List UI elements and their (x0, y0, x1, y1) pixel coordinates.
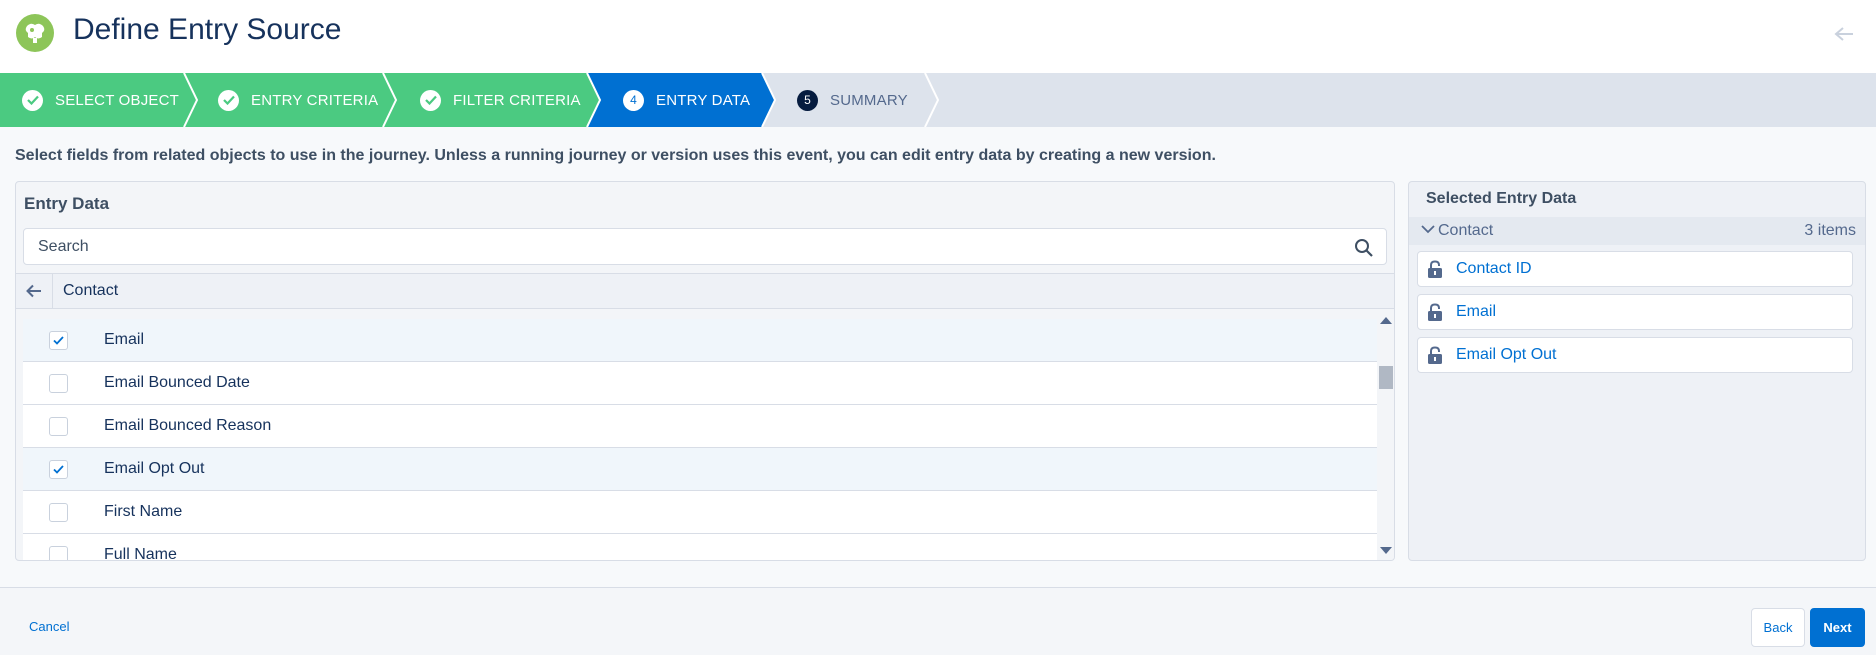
field-label: Email Bounced Reason (104, 417, 272, 434)
check-icon (420, 89, 441, 111)
checkbox[interactable] (49, 330, 68, 350)
field-label: Email Opt Out (104, 460, 205, 477)
selected-item: Email Opt Out (1417, 337, 1853, 373)
footer: Cancel Back Next (0, 587, 1876, 655)
list-item[interactable]: Email (23, 319, 1379, 362)
checkbox[interactable] (49, 373, 68, 393)
path-step-label: SELECT OBJECT (55, 91, 180, 109)
path-step-filter-criteria[interactable]: FILTER CRITERIA (420, 73, 581, 127)
field-label: Email Bounced Date (104, 374, 250, 391)
list-item[interactable]: First Name (23, 491, 1379, 534)
list-item[interactable]: Full Name (23, 534, 1379, 561)
arrow-left-icon[interactable] (16, 273, 53, 309)
back-button[interactable]: Back (1751, 608, 1805, 647)
step-number-badge: 5 (797, 89, 818, 111)
field-label: Full Name (104, 546, 177, 561)
path-step-label: ENTRY DATA (656, 91, 751, 109)
arrow-left-icon[interactable] (1834, 18, 1854, 49)
group-label: Contact (1438, 222, 1494, 239)
group-header[interactable]: Contact 3 items (1409, 217, 1865, 245)
checkbox[interactable] (49, 502, 68, 522)
scroll-down-icon[interactable] (1380, 547, 1392, 554)
checkbox[interactable] (49, 416, 68, 436)
content-area: Select fields from related objects to us… (0, 127, 1876, 587)
journey-icon (16, 14, 54, 52)
instruction-text: Select fields from related objects to us… (15, 147, 1216, 164)
check-icon (53, 464, 64, 474)
next-button[interactable]: Next (1810, 608, 1865, 647)
breadcrumb-label: Contact (63, 282, 119, 299)
scroll-up-icon[interactable] (1380, 317, 1392, 324)
step-number-badge: 4 (623, 89, 644, 111)
lock-icon (1428, 303, 1442, 321)
field-label: Email (104, 331, 145, 348)
check-icon (218, 89, 239, 111)
check-icon (22, 89, 43, 111)
breadcrumb: Contact (16, 273, 1394, 309)
search-icon[interactable] (1354, 238, 1374, 258)
path-stepper: SELECT OBJECT ENTRY CRITERIA FILTER CRIT… (0, 73, 1876, 127)
selected-entry-data-title: Selected Entry Data (1426, 190, 1577, 207)
path-step-entry-data[interactable]: 4 ENTRY DATA (623, 73, 750, 127)
search-box (23, 228, 1387, 265)
path-step-label: SUMMARY (830, 91, 908, 109)
list-item[interactable]: Email Opt Out (23, 448, 1379, 491)
entry-data-panel: Entry Data Contact Email Emai (15, 181, 1395, 561)
path-step-label: ENTRY CRITERIA (251, 91, 379, 109)
scrollbar[interactable] (1377, 309, 1394, 560)
list-item[interactable]: Email Bounced Reason (23, 405, 1379, 448)
field-list: Email Email Bounced Date Email Bounced R… (23, 309, 1379, 561)
cancel-link[interactable]: Cancel (29, 619, 69, 634)
page-header: Define Entry Source (0, 0, 1876, 73)
check-icon (53, 335, 64, 345)
checkbox[interactable] (49, 545, 68, 560)
search-input[interactable] (24, 229, 1386, 264)
selected-entry-data-panel: Selected Entry Data Contact 3 items Cont… (1408, 181, 1866, 561)
path-step-entry-criteria[interactable]: ENTRY CRITERIA (218, 73, 378, 127)
selected-item-label[interactable]: Email (1456, 303, 1496, 321)
selected-item: Contact ID (1417, 251, 1853, 287)
checkbox[interactable] (49, 459, 68, 479)
group-count: 3 items (1804, 222, 1856, 239)
lock-icon (1428, 260, 1442, 278)
path-step-select-object[interactable]: SELECT OBJECT (22, 73, 179, 127)
page-title: Define Entry Source (73, 13, 342, 46)
scroll-thumb[interactable] (1379, 366, 1393, 389)
path-step-summary[interactable]: 5 SUMMARY (797, 73, 908, 127)
entry-data-title: Entry Data (24, 194, 110, 213)
path-step-label: FILTER CRITERIA (453, 91, 581, 109)
list-item[interactable]: Email Bounced Date (23, 362, 1379, 405)
selected-item-label[interactable]: Email Opt Out (1456, 346, 1556, 364)
chevron-down-icon[interactable] (1421, 224, 1435, 234)
selected-item-label[interactable]: Contact ID (1456, 260, 1532, 278)
lock-icon (1428, 346, 1442, 364)
field-label: First Name (104, 503, 183, 520)
selected-item: Email (1417, 294, 1853, 330)
